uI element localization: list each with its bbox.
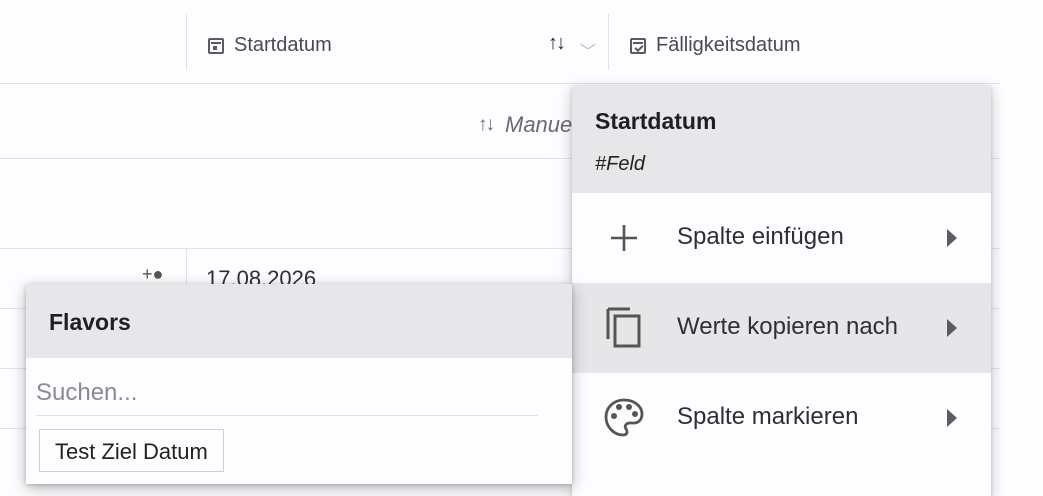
- column-divider: [186, 14, 187, 70]
- flavor-option[interactable]: Test Ziel Datum: [39, 429, 224, 472]
- menu-item-label: Spalte einfügen: [677, 223, 844, 250]
- table-header-row: [0, 0, 1000, 84]
- flavors-popup: Flavors Test Ziel Datum: [26, 284, 572, 484]
- column-divider: [608, 14, 609, 70]
- column-context-menu: Startdatum #Feld Spalte einfügen Werte k…: [572, 86, 991, 496]
- column-header-startdatum[interactable]: Startdatum: [208, 34, 332, 57]
- column-header-faelligkeitsdatum[interactable]: Fälligkeitsdatum: [630, 34, 801, 57]
- assign-person-icon[interactable]: +●: [142, 264, 163, 285]
- menu-item-label: Spalte markieren: [677, 403, 859, 430]
- menu-item-copy-values[interactable]: Werte kopieren nach: [572, 283, 991, 373]
- sort-mode[interactable]: ↑↓ Manue: [478, 112, 572, 138]
- column-header-label: Fälligkeitsdatum: [656, 34, 801, 56]
- sort-icon[interactable]: ↑↓: [548, 32, 566, 55]
- chevron-down-icon[interactable]: ﹀: [580, 38, 596, 62]
- copy-icon: [606, 307, 641, 348]
- sort-icon: ↑↓: [478, 114, 495, 135]
- plus-icon: [611, 225, 637, 251]
- submenu-arrow-icon: [947, 409, 957, 427]
- context-menu-header: Startdatum #Feld: [572, 86, 991, 193]
- menu-item-insert-column[interactable]: Spalte einfügen: [572, 193, 991, 283]
- menu-item-label: Werte kopieren nach: [677, 313, 899, 340]
- menu-item-highlight-column[interactable]: Spalte markieren: [572, 373, 991, 463]
- calendar-icon: [208, 37, 224, 54]
- context-menu-title: Startdatum: [595, 108, 717, 134]
- flavors-title: Flavors: [49, 309, 131, 335]
- submenu-arrow-icon: [947, 229, 957, 247]
- column-header-label: Startdatum: [234, 34, 332, 56]
- submenu-arrow-icon: [947, 319, 957, 337]
- context-menu-subtitle: #Feld: [595, 153, 646, 175]
- search-input[interactable]: [36, 370, 538, 416]
- sort-mode-label: Manue: [505, 112, 573, 137]
- palette-icon: [604, 398, 644, 437]
- calendar-check-icon: [630, 37, 646, 54]
- flavors-header: Flavors: [26, 284, 572, 358]
